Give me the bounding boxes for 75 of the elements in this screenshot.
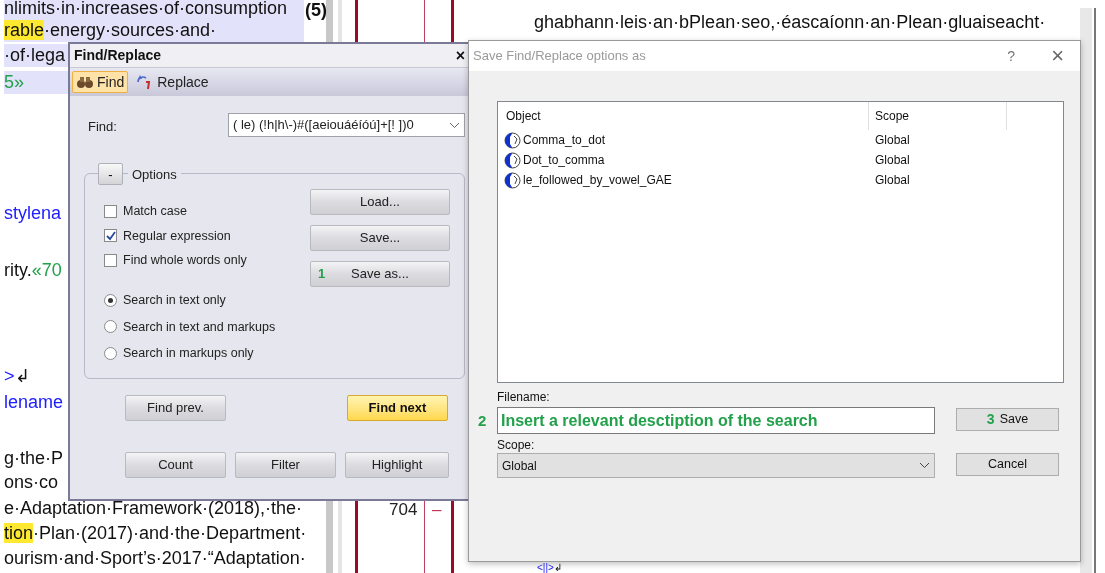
document-text: rable: [4, 20, 45, 40]
markup-text: >: [4, 366, 15, 386]
binoculars-icon: [76, 75, 94, 89]
checkbox-label: Match case: [123, 203, 187, 220]
macro-icon: [504, 171, 521, 189]
help-button[interactable]: ?: [1007, 45, 1016, 67]
find-label: Find:: [88, 118, 117, 136]
save-button[interactable]: 3 Save: [956, 408, 1059, 431]
document-text: g·the·P: [4, 448, 64, 468]
scope-label: Scope:: [497, 437, 535, 454]
scope-cell-text: Global: [874, 172, 910, 189]
filename-label: Filename:: [497, 389, 550, 406]
tab[interactable]: Find: [72, 71, 129, 93]
macro-icon: [504, 151, 521, 169]
checkbox-label: Regular expression: [123, 227, 231, 245]
find-previous-button[interactable]: Find prev.: [125, 395, 226, 421]
document-text: ·energy·sources·and·: [44, 20, 217, 40]
scope-dropdown[interactable]: Global: [497, 453, 935, 478]
load-button[interactable]: Load...: [310, 189, 450, 215]
checkbox-label: Find whole words only: [123, 252, 247, 269]
radio-label: Search in text and markups: [123, 318, 276, 336]
find-next-button[interactable]: Find next: [347, 395, 448, 421]
document-text: ghabhann·leis·an·bPlean·seo,·éascaíonn·an·Plean·gluaiseacht·: [534, 12, 1046, 32]
document-text: tion: [4, 523, 34, 543]
checkbox[interactable]: [104, 253, 117, 267]
document-text: ·of·lega: [4, 45, 66, 65]
markup-text: <||>: [537, 562, 554, 573]
document-text: e·Adaptation·Framework·(2018),·the·: [4, 498, 303, 518]
window-title: Find/Replace: [74, 46, 162, 65]
collapse-button[interactable]: -: [98, 163, 123, 185]
document-text: ons·co: [4, 472, 59, 492]
column-header[interactable]: Scope: [869, 102, 1007, 130]
chevron-down-icon: [449, 121, 460, 129]
checkbox[interactable]: [104, 204, 117, 218]
radio-button[interactable]: [104, 320, 117, 334]
markup-text: lename: [4, 392, 64, 412]
highlight-button[interactable]: Highlight: [345, 452, 449, 478]
document-text: nlimits·in·increases·of·consumption: [4, 0, 288, 18]
document-text: ·Plan·(2017)·and·the·Department·: [33, 523, 307, 543]
save-button[interactable]: Save...: [310, 225, 450, 251]
list-item[interactable]: Dot_to_comma: [523, 151, 605, 169]
step-number: 2: [478, 411, 487, 431]
save-as-button[interactable]: 1 Save as...: [310, 261, 450, 287]
tab[interactable]: Replace: [132, 71, 213, 93]
document-text: ourism·and·Sport’s·2017·“Adaptation·: [4, 548, 306, 568]
find-combobox[interactable]: ( le) (!h|h\-)#([aeiouáéíóú]+[! ])0: [228, 113, 465, 137]
close-button[interactable]: ×: [1051, 45, 1064, 67]
document-text: ↲: [14, 366, 30, 386]
close-button[interactable]: ×: [455, 47, 465, 64]
list-item[interactable]: Comma_to_dot: [523, 131, 606, 149]
document-text: rity.: [4, 260, 32, 280]
scope-cell-text: Global: [874, 152, 910, 169]
cancel-button[interactable]: Cancel: [956, 453, 1059, 476]
change-mark: –: [432, 499, 442, 521]
scope-cell-text: Global: [874, 132, 910, 149]
markup-text: stylena: [4, 203, 62, 223]
radio-button[interactable]: [104, 293, 117, 307]
count-button[interactable]: Count: [125, 452, 226, 478]
document-text: ↲: [553, 562, 562, 573]
step-number: 1: [318, 265, 326, 284]
heading-text: (5): [305, 0, 327, 20]
radio-label: Search in markups only: [123, 345, 254, 362]
filter-button[interactable]: Filter: [235, 452, 336, 478]
marker-text: «70: [31, 260, 62, 280]
chevron-down-icon: [919, 462, 930, 469]
checkmark-icon: [105, 230, 116, 241]
line-number: 704: [389, 499, 418, 521]
column-header[interactable]: Object: [498, 102, 869, 130]
list-item[interactable]: le_followed_by_vowel_GAE: [523, 171, 672, 189]
window-title: Save Find/Replace options as: [473, 47, 646, 66]
marker-text: 5»: [4, 72, 25, 92]
radio-button[interactable]: [104, 346, 117, 360]
macro-icon: [504, 131, 521, 149]
checkbox[interactable]: [104, 229, 117, 243]
radio-label: Search in text only: [123, 292, 226, 309]
